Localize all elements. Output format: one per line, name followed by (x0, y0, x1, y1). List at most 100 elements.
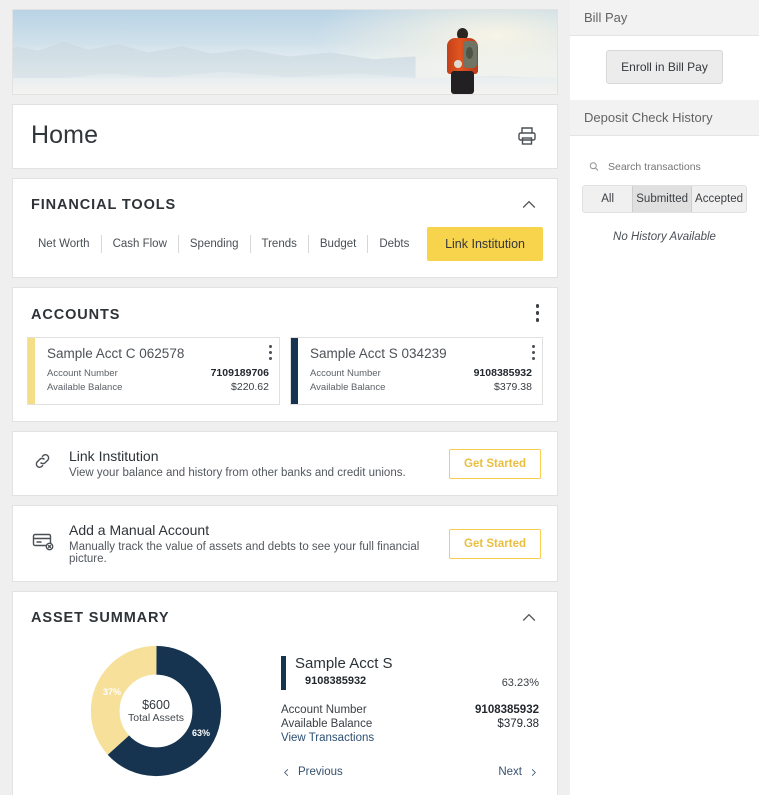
asset-available-balance-row: Available Balance $379.38 (281, 718, 539, 730)
available-balance-label: Available Balance (47, 382, 123, 393)
tool-tab-net-worth[interactable]: Net Worth (27, 235, 102, 253)
chevron-right-icon (531, 768, 536, 776)
financial-tools-header: FINANCIAL TOOLS (13, 179, 557, 227)
account-kebab-menu-icon[interactable] (532, 345, 535, 363)
asset-available-balance-value: $379.38 (497, 718, 539, 730)
right-sidebar: Bill Pay Enroll in Bill Pay Deposit Chec… (570, 0, 759, 795)
accounts-kebab-menu-icon[interactable] (535, 304, 539, 325)
financial-tools-title: FINANCIAL TOOLS (31, 197, 177, 213)
total-assets-amount: $600 (142, 698, 170, 712)
account-accent-bar (28, 338, 35, 404)
account-card-body: Sample Acct S 034239 Account Number 9108… (298, 338, 542, 404)
deposit-check-history-header: Deposit Check History (570, 100, 759, 136)
account-name: Sample Acct S 034239 (310, 346, 447, 361)
promo-title: Link Institution (69, 448, 159, 464)
asset-summary-pager: Previous Next (281, 744, 539, 778)
hero-banner-card (12, 9, 558, 95)
tool-tab-trends[interactable]: Trends (251, 235, 309, 253)
chevron-left-icon (284, 768, 289, 776)
account-card[interactable]: Sample Acct C 062578 Account Number 7109… (27, 337, 280, 405)
manual-account-promo: Add a Manual Account Manually track the … (13, 506, 557, 581)
app-root: Home FINANCIAL TOOLS Net Worth Cash Flow… (0, 0, 759, 795)
main-content-column: Home FINANCIAL TOOLS Net Worth Cash Flow… (0, 0, 570, 795)
link-institution-promo: Link Institution View your balance and h… (13, 432, 557, 495)
financial-tools-tabs: Net Worth Cash Flow Spending Trends Budg… (27, 235, 420, 253)
history-filter-group: All Submitted Accepted (582, 185, 747, 213)
asset-account-number-value: 9108385932 (475, 704, 539, 716)
page-title-card: Home (12, 104, 558, 169)
link-institution-button[interactable]: Link Institution (427, 227, 543, 261)
previous-label: Previous (298, 766, 343, 778)
account-number-row: Account Number 9108385932 (310, 367, 532, 379)
asset-summary-card: ASSET SUMMARY 37% 63% $600 Total Assets … (12, 591, 558, 795)
asset-account-number-row: Account Number 9108385932 (281, 704, 539, 716)
next-button[interactable]: Next (498, 766, 539, 778)
chevron-up-icon[interactable] (519, 195, 539, 215)
bill-pay-section-body: Enroll in Bill Pay (570, 36, 759, 100)
previous-button[interactable]: Previous (281, 766, 343, 778)
hiker-hand (454, 60, 462, 68)
tool-tab-spending[interactable]: Spending (179, 235, 251, 253)
available-balance-row: Available Balance $379.38 (310, 381, 532, 393)
financial-tools-row: Net Worth Cash Flow Spending Trends Budg… (13, 227, 557, 277)
account-card-body: Sample Acct C 062578 Account Number 7109… (35, 338, 279, 404)
donut-slice-label-secondary: 37% (103, 687, 122, 697)
accounts-title: ACCOUNTS (31, 306, 121, 323)
print-icon[interactable] (515, 124, 539, 148)
bill-pay-section-header: Bill Pay (570, 0, 759, 36)
asset-detail-panel: Sample Acct S 9108385932 63.23% Account … (281, 644, 539, 778)
account-card[interactable]: Sample Acct S 034239 Account Number 9108… (290, 337, 543, 405)
hero-image (13, 10, 557, 94)
hiker-figure (443, 28, 483, 94)
donut-slice-label-primary: 63% (192, 728, 211, 738)
asset-detail-name: Sample Acct S (295, 655, 393, 672)
accounts-card: ACCOUNTS Sample Acct C 062578 Account Nu… (12, 287, 558, 422)
link-institution-promo-card: Link Institution View your balance and h… (12, 431, 558, 496)
donut-center-label: $600 Total Assets (111, 698, 201, 724)
asset-account-number-label: Account Number (281, 704, 367, 716)
account-kebab-menu-icon[interactable] (269, 345, 272, 363)
page-title-row: Home (13, 105, 557, 168)
account-number-label: Account Number (310, 368, 381, 379)
available-balance-row: Available Balance $220.62 (47, 381, 269, 393)
search-transactions-row[interactable] (582, 150, 747, 185)
filter-accepted[interactable]: Accepted (692, 186, 746, 212)
available-balance-label: Available Balance (310, 382, 386, 393)
manual-account-get-started-button[interactable]: Get Started (449, 528, 541, 559)
asset-detail-number: 9108385932 (305, 675, 367, 687)
search-icon (589, 162, 599, 171)
hiker-legs (451, 71, 474, 94)
filter-submitted[interactable]: Submitted (632, 186, 693, 212)
search-transactions-input[interactable] (608, 160, 743, 173)
accounts-header: ACCOUNTS (13, 288, 557, 337)
tool-tab-debts[interactable]: Debts (368, 235, 420, 253)
asset-detail-accent-bar (281, 656, 286, 690)
account-name: Sample Acct C 062578 (47, 346, 185, 361)
view-transactions-link[interactable]: View Transactions (281, 732, 539, 744)
chevron-up-icon[interactable] (519, 608, 539, 628)
tool-tab-budget[interactable]: Budget (309, 235, 369, 253)
link-institution-get-started-button[interactable]: Get Started (449, 448, 541, 479)
asset-detail-heading-text: Sample Acct S 9108385932 (295, 655, 502, 688)
filter-all[interactable]: All (583, 186, 633, 212)
total-assets-caption: Total Assets (127, 712, 185, 724)
financial-tools-card: FINANCIAL TOOLS Net Worth Cash Flow Spen… (12, 178, 558, 278)
link-institution-text: Link Institution View your balance and h… (69, 448, 449, 479)
asset-donut-chart-wrap: 37% 63% $600 Total Assets (31, 644, 281, 778)
link-chain-icon (31, 449, 57, 478)
asset-available-balance-label: Available Balance (281, 718, 373, 730)
promo-title: Add a Manual Account (69, 522, 210, 538)
account-number-value: 9108385932 (473, 367, 532, 379)
asset-donut-chart[interactable]: 37% 63% $600 Total Assets (89, 644, 223, 778)
enroll-in-bill-pay-button[interactable]: Enroll in Bill Pay (606, 50, 723, 84)
tool-tab-cash-flow[interactable]: Cash Flow (102, 235, 179, 253)
promo-subtitle: Manually track the value of assets and d… (69, 541, 420, 565)
manual-account-text: Add a Manual Account Manually track the … (69, 522, 449, 565)
no-history-message: No History Available (613, 231, 716, 243)
asset-detail-header: Sample Acct S 9108385932 63.23% (281, 656, 539, 690)
account-number-row: Account Number 7109189706 (47, 367, 269, 379)
account-number-value: 7109189706 (210, 367, 269, 379)
promo-subtitle: View your balance and history from other… (69, 467, 406, 479)
deposit-check-history-body: All Submitted Accepted No History Availa… (570, 136, 759, 259)
asset-detail-rows: Account Number 9108385932 Available Bala… (281, 704, 539, 744)
